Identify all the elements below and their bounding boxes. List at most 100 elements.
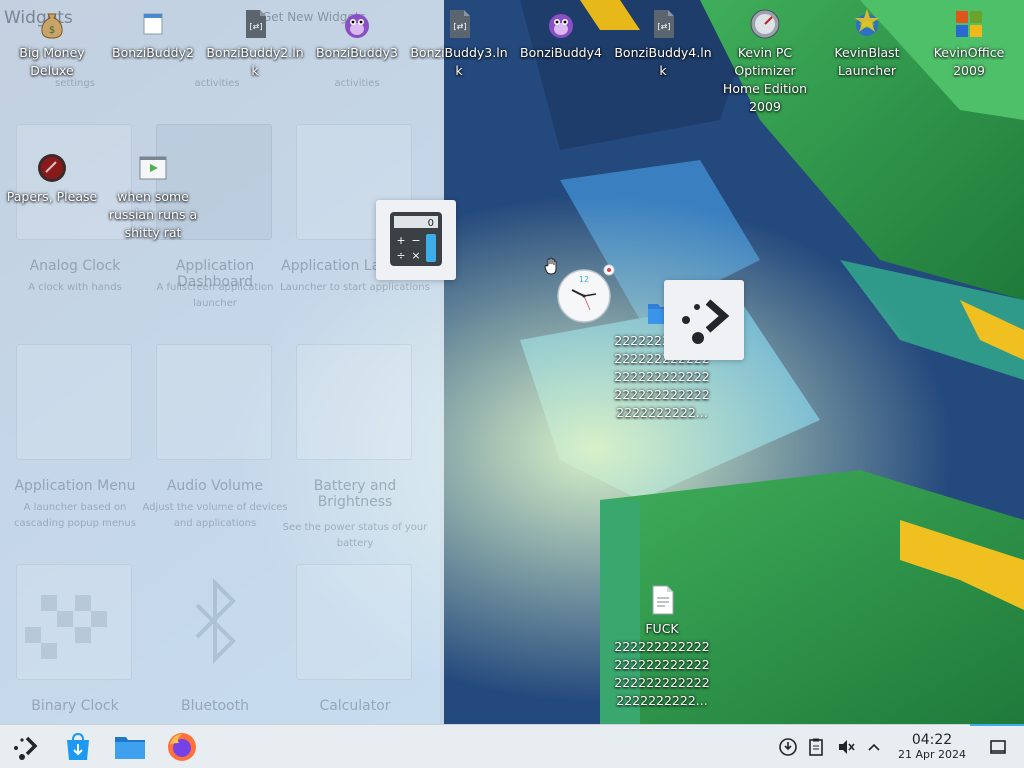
desktop-icon-big-money-deluxe[interactable]: $ Big Money Deluxe	[2, 8, 102, 80]
widget-preview	[296, 564, 412, 680]
widget-desc: A clock with hands	[28, 282, 122, 293]
chevron-up-icon[interactable]	[864, 737, 884, 757]
calculator-icon: 0 + − ÷ ×	[390, 212, 442, 266]
red-disc-icon	[36, 152, 68, 184]
widget-name: Audio Volume	[166, 478, 264, 494]
widget-desc: A fullscreen application launcher	[156, 282, 274, 309]
desktop-icon-text-file[interactable]: FUCK 22222222222222222222222222222222222…	[612, 584, 712, 710]
firefox-icon	[168, 733, 196, 761]
svg-text:0: 0	[428, 218, 434, 229]
text-file-icon	[646, 584, 678, 616]
icon-label: Kevin PC Optimizer Home Edition 2009	[722, 45, 808, 114]
folder-icon	[115, 737, 145, 759]
icon-label: BonziBuddy2	[112, 45, 194, 60]
discover-button[interactable]	[62, 731, 94, 763]
icon-label: Papers, Please	[6, 189, 98, 204]
file-manager-button[interactable]	[114, 731, 146, 763]
widget-name: Analog Clock	[29, 258, 121, 274]
taskbar-clock-time[interactable]: 04:22	[890, 731, 974, 749]
svg-text:$: $	[49, 25, 55, 36]
desktop-icon-kevinoffice-2009[interactable]: KevinOffice 2009	[919, 8, 1019, 80]
volume-muted-icon[interactable]	[836, 737, 856, 757]
desktop-icon-bonzibuddy2-lnk[interactable]: [⇄] BonziBuddy2.lnk	[205, 8, 305, 80]
widget-preview	[296, 344, 412, 460]
firefox-button[interactable]	[166, 731, 198, 763]
desktop-icon-bonzibuddy4[interactable]: BonziBuddy4	[511, 8, 611, 62]
shortcut-file-icon: [⇄]	[647, 8, 679, 40]
taskbar-clock-date[interactable]: 21 Apr 2024	[890, 748, 974, 762]
widget-name: Battery and Brightness	[313, 478, 397, 510]
desktop-icon-bonzibuddy3-lnk[interactable]: [⇄] BonziBuddy3.lnk	[409, 8, 509, 80]
software-store-icon	[67, 732, 89, 760]
plasma-launcher-icon	[14, 736, 38, 760]
widget-preview	[16, 344, 132, 460]
widget-card-top-1: activities	[194, 78, 240, 89]
desktop-icon-bonzibuddy2[interactable]: BonziBuddy2	[103, 8, 203, 62]
bonzi-gorilla-icon	[545, 8, 577, 40]
icon-label: Big Money Deluxe	[19, 45, 85, 78]
icon-label: BonziBuddy2.lnk	[206, 45, 304, 78]
icon-label: when some russian runs a shitty rat	[108, 189, 198, 240]
widget-desc: Launcher to start applications	[280, 282, 430, 293]
gauge-icon	[749, 8, 781, 40]
svg-text:−: −	[411, 234, 420, 247]
widget-card-top-2: activities	[334, 78, 380, 89]
desktop-icon-video-file[interactable]: when some russian runs a shitty rat	[103, 152, 203, 242]
icon-label: BonziBuddy4.lnk	[614, 45, 712, 78]
svg-text:[⇄]: [⇄]	[454, 22, 467, 31]
updates-tray-icon[interactable]	[778, 737, 798, 757]
widget-card-battery-brightness[interactable]: Battery and Brightness See the power sta…	[280, 344, 427, 564]
widget-preview	[156, 344, 272, 460]
globe-star-icon	[851, 8, 883, 40]
video-file-icon	[137, 152, 169, 184]
bonzi-gorilla-icon	[341, 8, 373, 40]
desktop-icon-kevin-pc-optimizer[interactable]: Kevin PC Optimizer Home Edition 2009	[715, 8, 815, 116]
widget-name: Application Menu	[14, 478, 136, 494]
svg-text:+: +	[396, 234, 405, 247]
svg-text:[⇄]: [⇄]	[250, 22, 263, 31]
clipboard-tray-icon[interactable]	[806, 737, 826, 757]
plasma-logo-icon	[682, 299, 730, 344]
taskbar: 04:22 21 Apr 2024	[0, 724, 1024, 768]
svg-text:×: ×	[411, 249, 420, 262]
icon-label: BonziBuddy3.lnk	[410, 45, 508, 78]
shortcut-file-icon: [⇄]	[443, 8, 475, 40]
widget-name: Binary Clock	[31, 698, 119, 714]
widget-desc: See the power status of your battery	[282, 522, 428, 549]
desktop-icon-bonzibuddy4-lnk[interactable]: [⇄] BonziBuddy4.lnk	[613, 8, 713, 80]
shortcut-file-icon: [⇄]	[239, 8, 271, 40]
window-app-icon	[137, 8, 169, 40]
widget-desc: Adjust the volume of devices and applica…	[142, 502, 288, 529]
desktop-icon-bonzibuddy3[interactable]: BonziBuddy3	[307, 8, 407, 62]
svg-text:÷: ÷	[396, 249, 405, 262]
svg-text:12: 12	[579, 275, 589, 284]
widget-desc: A launcher based on cascading popup menu…	[14, 502, 136, 529]
icon-label: BonziBuddy3	[316, 45, 398, 60]
calculator-applet[interactable]: 0 + − ÷ ×	[376, 200, 456, 280]
desktop-icon-kevinblast-launcher[interactable]: KevinBlast Launcher	[817, 8, 917, 80]
widget-card-top-0: settings	[55, 78, 95, 89]
money-bag-icon: $	[36, 8, 68, 40]
bluetooth-preview-icon	[195, 578, 236, 664]
svg-text:[⇄]: [⇄]	[658, 22, 671, 31]
widget-explorer-panel: Widgets Get New Widgets settings activit…	[0, 0, 444, 724]
show-desktop-icon[interactable]	[988, 737, 1008, 757]
binary-clock-preview-icon	[25, 595, 107, 659]
analog-clock-applet[interactable]: 12	[554, 264, 616, 326]
office-logo-icon	[953, 8, 985, 40]
icon-label: BonziBuddy4	[520, 45, 602, 60]
application-launcher-button[interactable]	[10, 731, 42, 763]
widget-card-application-menu[interactable]: Application Menu A launcher based on cas…	[0, 344, 140, 564]
widget-preview	[156, 564, 272, 680]
icon-label: KevinBlast Launcher	[834, 45, 900, 78]
widget-name: Bluetooth	[181, 698, 249, 714]
widget-name: Calculator	[319, 698, 391, 714]
widget-card-audio-volume[interactable]: Audio Volume Adjust the volume of device…	[140, 344, 288, 564]
icon-label: KevinOffice 2009	[933, 45, 1005, 78]
kickoff-launcher-applet[interactable]	[664, 280, 744, 360]
icon-label: FUCK 22222222222222222222222222222222222…	[614, 621, 710, 708]
widget-preview	[16, 564, 132, 680]
active-indicator	[970, 724, 1024, 726]
desktop-icon-papers-please[interactable]: Papers, Please	[2, 152, 102, 206]
analog-clock-icon: 12	[557, 264, 615, 323]
